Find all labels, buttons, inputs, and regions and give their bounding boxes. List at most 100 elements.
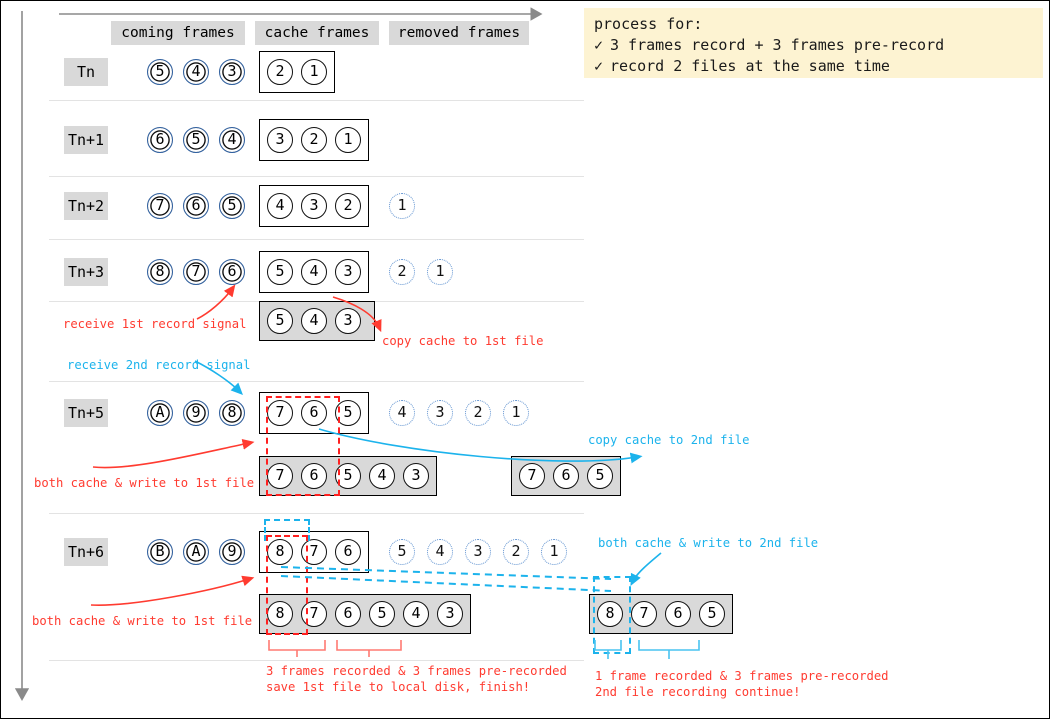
frame-label: 1 (435, 262, 445, 280)
frame-label: 4 (191, 62, 201, 80)
frame-circle-file: 4 (369, 463, 395, 489)
frame-circle-cache: 3 (267, 127, 293, 153)
frame-circle-file: 5 (369, 601, 395, 627)
frame-label: 8 (155, 262, 165, 280)
frame-circle-coming: 9 (219, 539, 245, 565)
frame-circle-cache: 4 (267, 193, 293, 219)
highlight-cyan-cache-tn6-top (264, 519, 310, 541)
frame-circle-file: 7 (519, 463, 545, 489)
frame-circle-removed: 2 (503, 539, 529, 565)
frame-circle-file: 7 (631, 601, 657, 627)
frame-label: 5 (275, 311, 285, 329)
frame-circle-coming: 4 (183, 59, 209, 85)
frame-circle-file: 5 (267, 308, 293, 334)
frame-label: 2 (309, 130, 319, 148)
highlight-red-tn5 (266, 396, 340, 496)
frame-label: 7 (527, 466, 537, 484)
frame-label: 1 (343, 130, 353, 148)
frame-label: 2 (397, 262, 407, 280)
frame-circle-removed: 1 (427, 259, 453, 285)
frame-label: A (155, 403, 165, 421)
frame-circle-cache: 2 (301, 127, 327, 153)
time-label-Tnplus3: Tn+3 (64, 258, 108, 286)
callout-title: process for: (594, 15, 703, 33)
frame-circle-removed: 1 (541, 539, 567, 565)
frame-label: 5 (377, 604, 387, 622)
frame-label: 3 (473, 542, 483, 560)
frame-label: 6 (673, 604, 683, 622)
frame-label: 6 (191, 196, 201, 214)
frame-circle-coming: 7 (183, 259, 209, 285)
frame-circle-file: 3 (335, 308, 361, 334)
frame-circle-coming: 3 (219, 59, 245, 85)
frame-circle-file: 3 (403, 463, 429, 489)
note-summary-left-line2: save 1st file to local disk, finish! (266, 680, 531, 694)
frame-circle-cache: 3 (335, 259, 361, 285)
frame-label: 3 (343, 311, 353, 329)
time-label-Tnplus2: Tn+2 (64, 192, 108, 220)
row-separator (49, 176, 584, 177)
row-separator (49, 100, 584, 101)
note-copy-cache-to-2nd-file: copy cache to 2nd file (588, 433, 750, 447)
frame-circle-cache: 3 (301, 193, 327, 219)
note-summary-left-line1: 3 frames recorded & 3 frames pre-recorde… (266, 664, 567, 678)
frame-label: 7 (191, 262, 201, 280)
frame-circle-cache: 1 (335, 127, 361, 153)
frame-label: 4 (275, 196, 285, 214)
note-both-cache-write-1st-file-tn5: both cache & write to 1st file (34, 476, 255, 490)
frame-circle-coming: 6 (183, 193, 209, 219)
frame-label: 2 (511, 542, 521, 560)
row-separator (49, 381, 584, 382)
header-cache-frames: cache frames (255, 21, 379, 45)
frame-circle-file: 4 (301, 308, 327, 334)
frame-circle-coming: 5 (183, 127, 209, 153)
frame-circle-removed: 1 (503, 400, 529, 426)
frame-circle-removed: 4 (389, 400, 415, 426)
frame-label: 2 (473, 403, 483, 421)
frame-label: 9 (227, 542, 237, 560)
frame-circle-coming: 8 (219, 400, 245, 426)
frame-label: 4 (411, 604, 421, 622)
frame-label: 1 (397, 196, 407, 214)
note-both-cache-write-1st-file-tn6: both cache & write to 1st file (32, 614, 253, 628)
frame-circle-cache: 6 (335, 539, 361, 565)
frame-label: 4 (309, 311, 319, 329)
frame-label: 2 (343, 196, 353, 214)
frame-label: 4 (397, 403, 407, 421)
frame-label: 3 (411, 466, 421, 484)
frame-label: 5 (707, 604, 717, 622)
frame-circle-coming: A (147, 400, 173, 426)
frame-label: 7 (155, 196, 165, 214)
frame-label: A (191, 542, 201, 560)
frame-label: 6 (343, 604, 353, 622)
callout-item-1: ✓ record 2 files at the same time (594, 56, 1033, 77)
frame-circle-removed: 5 (389, 539, 415, 565)
frame-circle-removed: 1 (389, 193, 415, 219)
highlight-red-tn6 (266, 535, 308, 635)
check-icon: ✓ (594, 57, 604, 75)
frame-label: 5 (227, 196, 237, 214)
frame-label: 3 (309, 196, 319, 214)
time-label-Tn: Tn (64, 58, 108, 86)
frame-circle-removed: 2 (389, 259, 415, 285)
note-copy-cache-to-1st-file: copy cache to 1st file (382, 334, 544, 348)
note-summary-right-line2: 2nd file recording continue! (595, 685, 801, 699)
note-summary-right-line1: 1 frame recorded & 3 frames pre-recorded (595, 669, 889, 683)
frame-label: 5 (275, 262, 285, 280)
time-axis-arrow (14, 11, 30, 701)
frame-circle-coming: 8 (147, 259, 173, 285)
frame-label: 3 (435, 403, 445, 421)
frame-circle-file: 6 (665, 601, 691, 627)
frame-circle-removed: 2 (465, 400, 491, 426)
frame-label: 3 (445, 604, 455, 622)
frame-label: 6 (561, 466, 571, 484)
frame-circle-coming: 5 (219, 193, 245, 219)
frame-label: 3 (343, 262, 353, 280)
frame-label: B (155, 542, 165, 560)
note-receive-2nd-record-signal: receive 2nd record signal (67, 358, 251, 372)
row-separator (49, 239, 584, 240)
time-label-Tnplus5: Tn+5 (64, 399, 108, 427)
frame-label: 4 (309, 262, 319, 280)
frame-circle-removed: 4 (427, 539, 453, 565)
note-receive-1st-record-signal: receive 1st record signal (63, 317, 247, 331)
